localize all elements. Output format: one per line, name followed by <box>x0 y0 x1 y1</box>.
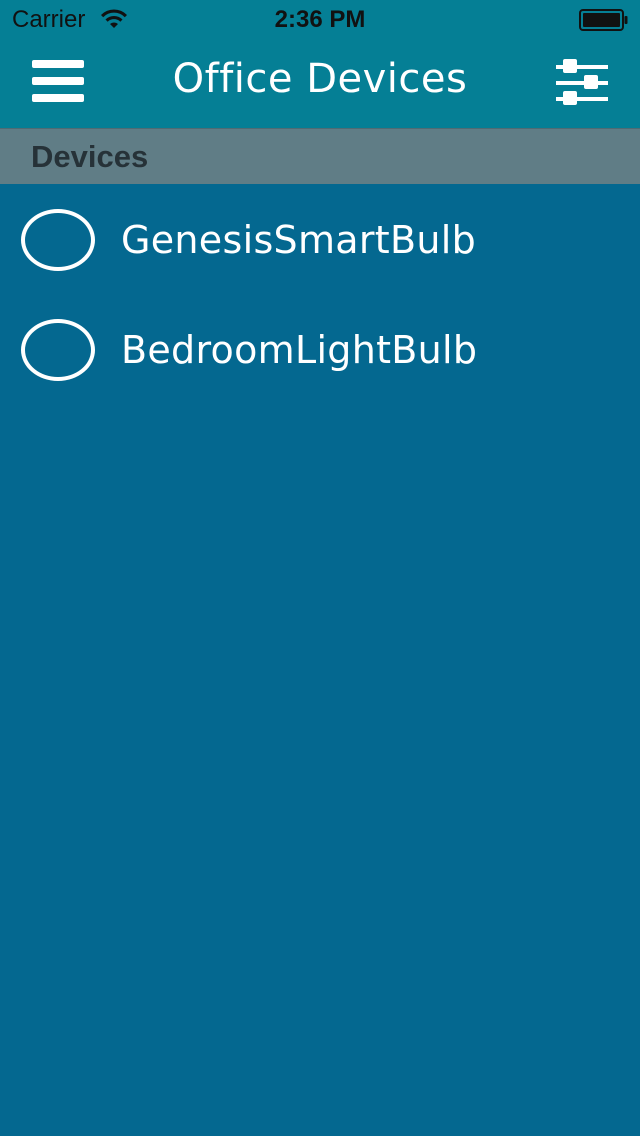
filter-settings-button[interactable] <box>550 56 614 112</box>
device-list: GenesisSmartBulb BedroomLightBulb <box>0 184 640 404</box>
device-name: BedroomLightBulb <box>121 328 478 372</box>
app-screen: Carrier 2:36 PM Office Devices Devices G… <box>0 0 640 1136</box>
section-label: Devices <box>31 139 149 174</box>
menu-button[interactable] <box>28 58 88 108</box>
status-time: 2:36 PM <box>274 6 366 33</box>
hamburger-menu-icon <box>32 60 84 102</box>
device-radio-button[interactable] <box>21 209 95 271</box>
battery-icon <box>579 9 628 31</box>
device-name: GenesisSmartBulb <box>121 218 477 262</box>
device-row[interactable]: BedroomLightBulb <box>0 294 640 404</box>
page-title: Office Devices <box>172 56 468 102</box>
sliders-icon <box>556 59 608 105</box>
device-radio-button[interactable] <box>21 319 95 381</box>
navigation-bar: Office Devices <box>0 40 640 128</box>
status-bar: Carrier 2:36 PM <box>0 0 640 40</box>
device-row[interactable]: GenesisSmartBulb <box>0 184 640 294</box>
top-bar: Carrier 2:36 PM Office Devices <box>0 0 640 128</box>
section-header: Devices <box>0 128 640 184</box>
